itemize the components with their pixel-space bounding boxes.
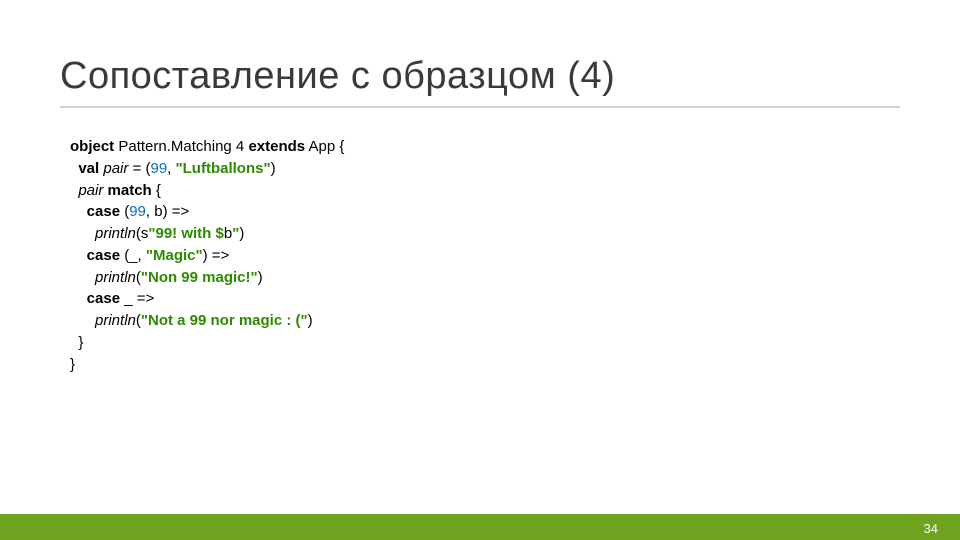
close: ) => xyxy=(203,247,230,264)
code-line-5: println(s"99! with $b") xyxy=(70,223,900,245)
close: ) xyxy=(271,160,276,177)
num-99: 99 xyxy=(129,203,146,220)
num-99: 99 xyxy=(150,160,167,177)
code-line-9: println("Not a 99 nor magic : (") xyxy=(70,310,900,332)
mid: b xyxy=(224,225,232,242)
code-line-8: case _ => xyxy=(70,288,900,310)
indent xyxy=(70,290,87,307)
indent xyxy=(70,225,95,242)
code-block: object Pattern.Matching 4 extends App { … xyxy=(60,136,900,375)
close: ) xyxy=(239,225,244,242)
rest: , b) => xyxy=(146,203,189,220)
close: ) xyxy=(258,269,263,286)
code-line-10: } xyxy=(70,332,900,354)
close: ) xyxy=(308,312,313,329)
code-line-3: pair match { xyxy=(70,180,900,202)
fn-println: println xyxy=(95,225,136,242)
str-non99: "Non 99 magic!" xyxy=(141,269,258,286)
code-line-4: case (99, b) => xyxy=(70,201,900,223)
page-number: 34 xyxy=(924,521,938,536)
open: ( xyxy=(120,203,129,220)
str-magic: "Magic" xyxy=(146,247,203,264)
kw-match: match xyxy=(108,182,152,199)
code-line-1: object Pattern.Matching 4 extends App { xyxy=(70,136,900,158)
indent xyxy=(70,269,95,286)
txt: App { xyxy=(305,138,344,155)
code-line-11: } xyxy=(70,354,900,376)
code-line-7: println("Non 99 magic!") xyxy=(70,267,900,289)
comma: , xyxy=(167,160,175,177)
var-pair: pair xyxy=(103,160,128,177)
kw-case: case xyxy=(87,203,120,220)
str-luftballons: "Luftballons" xyxy=(176,160,271,177)
str-part1: "99! with $ xyxy=(148,225,223,242)
fn-println: println xyxy=(95,312,136,329)
fn-println: println xyxy=(95,269,136,286)
kw-val: val xyxy=(78,160,103,177)
slide-title: Сопоставление с образцом (4) xyxy=(60,55,900,108)
code-line-2: val pair = (99, "Luftballons") xyxy=(70,158,900,180)
slide: Сопоставление с образцом (4) object Patt… xyxy=(0,0,960,540)
kw-object: object xyxy=(70,138,114,155)
open: (_, xyxy=(120,247,146,264)
indent xyxy=(70,247,87,264)
eq: = ( xyxy=(128,160,150,177)
indent xyxy=(70,203,87,220)
kw-case: case xyxy=(87,290,120,307)
brace: { xyxy=(152,182,161,199)
indent xyxy=(70,312,95,329)
str-notmagic: "Not a 99 nor magic : (" xyxy=(141,312,308,329)
open: (s xyxy=(136,225,149,242)
var-pair: pair xyxy=(78,182,103,199)
code-line-6: case (_, "Magic") => xyxy=(70,245,900,267)
footer-bar: 34 xyxy=(0,514,960,540)
obj-name: Pattern.Matching 4 xyxy=(114,138,248,155)
rest: _ => xyxy=(120,290,154,307)
kw-case: case xyxy=(87,247,120,264)
kw-extends: extends xyxy=(248,138,305,155)
